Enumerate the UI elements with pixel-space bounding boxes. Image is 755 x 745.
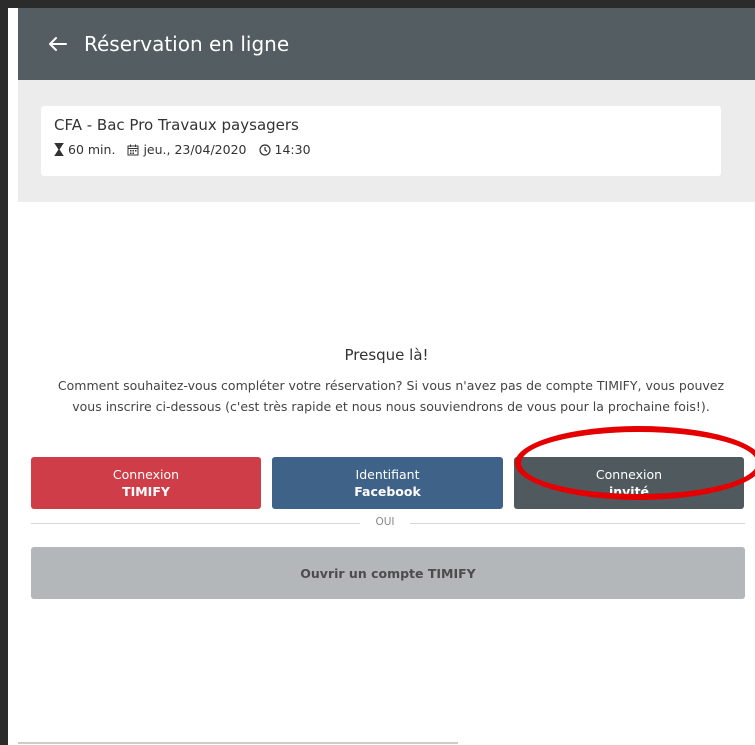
booking-app: Réservation en ligne CFA - Bac Pro Trava… (18, 8, 755, 745)
divider-line-left (31, 523, 360, 524)
booking-summary-card: CFA - Bac Pro Travaux paysagers 60 min. (41, 106, 721, 176)
window-frame-top (0, 0, 755, 8)
time-item: 14:30 (258, 142, 311, 157)
page-title: Réservation en ligne (84, 32, 290, 56)
login-facebook-line2: Facebook (354, 484, 421, 499)
login-timify-line2: TIMIFY (122, 484, 170, 499)
login-timify-button[interactable]: Connexion TIMIFY (31, 457, 261, 509)
booking-meta: 60 min. jeu., 23/04/2020 14:30 (54, 142, 323, 157)
create-account-button[interactable]: Ouvrir un compte TIMIFY (31, 547, 745, 599)
hourglass-icon (54, 143, 64, 156)
divider-line-right (410, 523, 745, 524)
login-facebook-button[interactable]: Identifiant Facebook (272, 457, 503, 509)
window-frame-left (0, 0, 8, 745)
divider-label: OUI (375, 516, 395, 528)
calendar-icon (127, 144, 139, 155)
login-description: Comment souhaitez-vous compléter votre r… (57, 378, 725, 414)
service-name: CFA - Bac Pro Travaux paysagers (54, 116, 299, 134)
duration-value: 60 min. (68, 142, 116, 157)
app-header: Réservation en ligne (18, 8, 755, 80)
time-value: 14:30 (274, 142, 311, 157)
date-value: jeu., 23/04/2020 (143, 142, 247, 157)
duration-item: 60 min. (54, 142, 115, 157)
arrow-left-icon[interactable] (46, 32, 70, 56)
date-item: jeu., 23/04/2020 (127, 142, 247, 157)
bottom-scroll-edge (18, 742, 458, 744)
login-timify-line1: Connexion (112, 467, 180, 482)
booking-summary-band: CFA - Bac Pro Travaux paysagers 60 min. (18, 80, 755, 202)
highlight-circle-annotation (515, 426, 755, 500)
clock-icon (258, 143, 271, 156)
almost-there-heading: Presque là! (344, 346, 429, 364)
login-facebook-line1: Identifiant (355, 467, 420, 482)
